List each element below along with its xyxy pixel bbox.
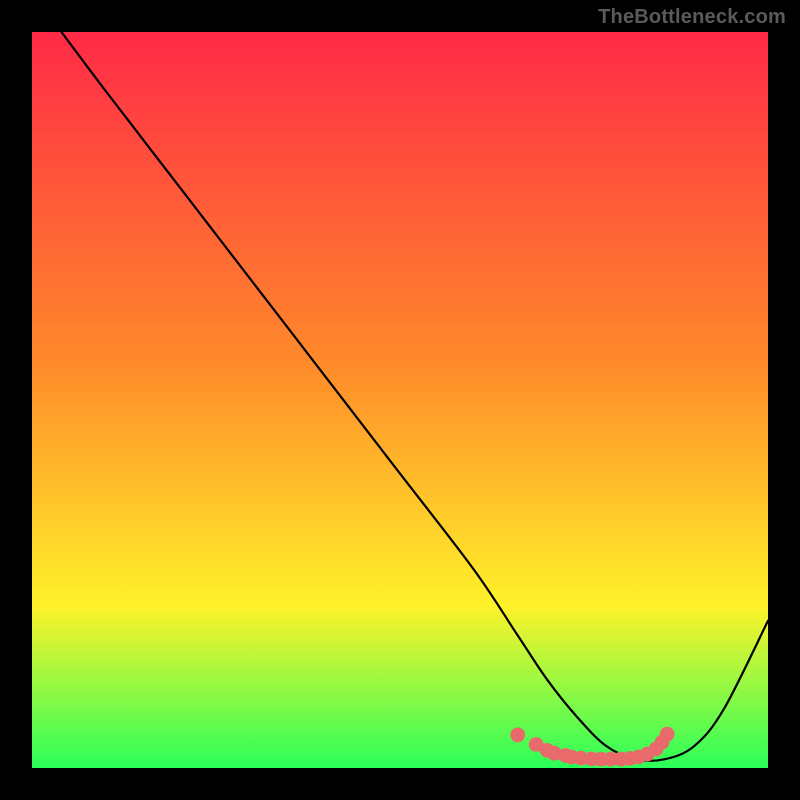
- flat-dot: [660, 727, 675, 742]
- chart-frame: TheBottleneck.com: [0, 0, 800, 800]
- plot-area: [32, 32, 768, 768]
- gradient-background: [32, 32, 768, 768]
- flat-dot: [510, 728, 525, 743]
- watermark-text: TheBottleneck.com: [598, 6, 786, 29]
- chart-svg: [32, 32, 768, 768]
